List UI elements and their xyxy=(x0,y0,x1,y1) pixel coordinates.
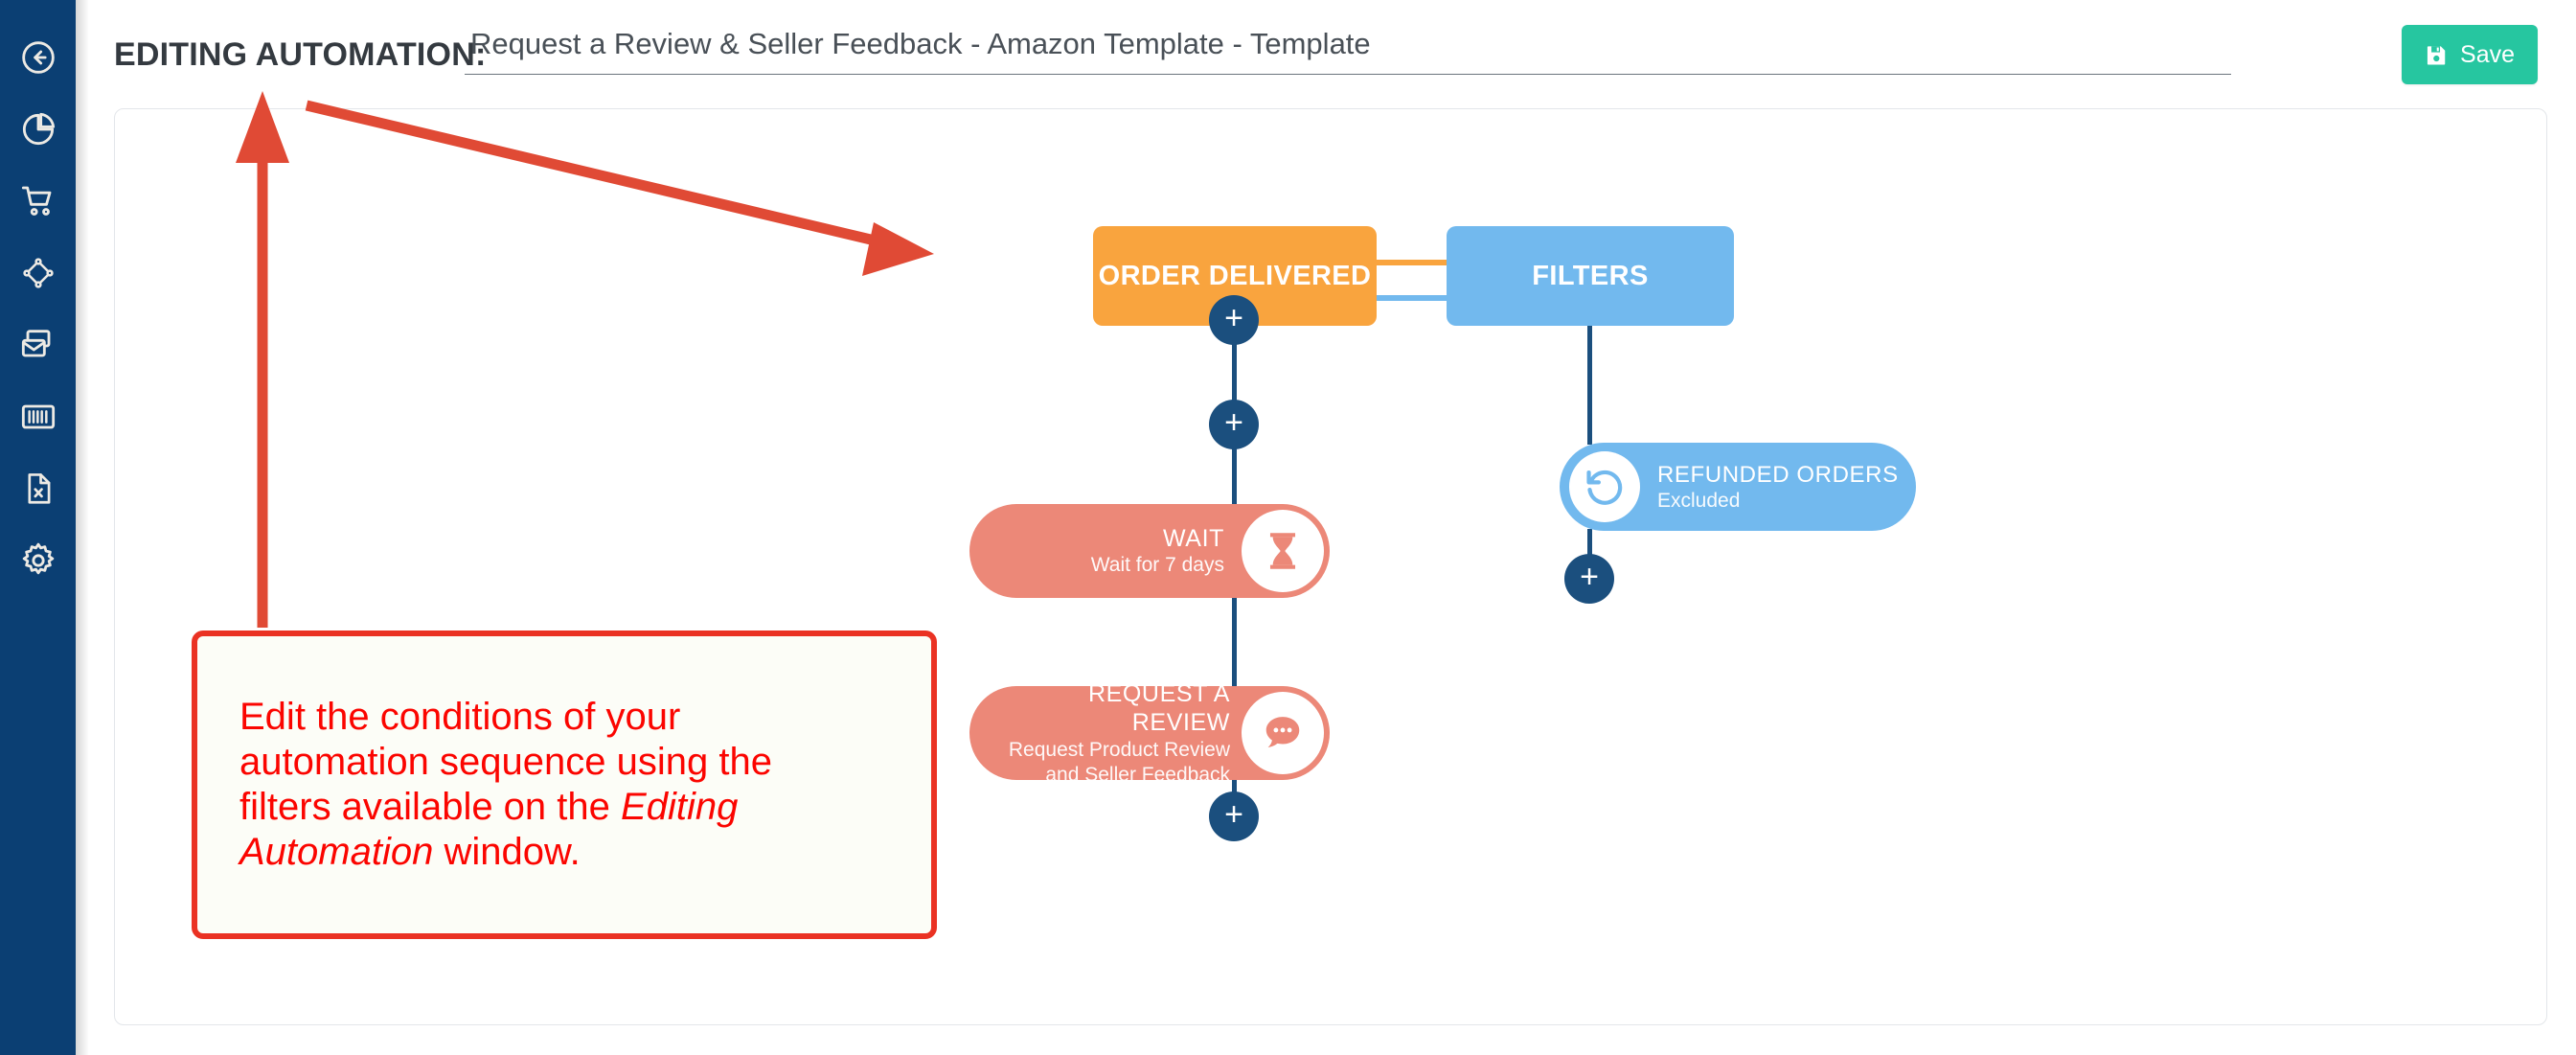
annotation-callout-text: Edit the conditions of your automation s… xyxy=(239,695,772,874)
callout-up-arrow xyxy=(236,91,289,628)
annotation-line-2: automation sequence using the xyxy=(239,741,772,784)
annotation-line-1: Edit the conditions of your xyxy=(239,696,681,739)
file-x-icon xyxy=(20,470,57,507)
back-arrow-icon xyxy=(19,38,57,77)
barcode-icon xyxy=(19,398,57,436)
annotation-emphasis-2: Automation xyxy=(239,830,434,873)
email-stack-icon xyxy=(19,326,57,364)
network-nodes-icon xyxy=(20,255,57,291)
sidebar-item-products[interactable] xyxy=(0,380,76,452)
sidebar-item-automations[interactable] xyxy=(0,237,76,309)
sidebar xyxy=(0,0,76,1055)
gear-icon xyxy=(19,541,57,580)
sidebar-item-back[interactable] xyxy=(0,21,76,93)
shopping-cart-icon xyxy=(19,182,57,220)
sidebar-item-orders[interactable] xyxy=(0,165,76,237)
app-root: EDITING AUTOMATION: Save xyxy=(0,0,2576,1055)
sidebar-item-settings[interactable] xyxy=(0,524,76,596)
sidebar-item-reports[interactable] xyxy=(0,452,76,524)
sidebar-item-dashboard[interactable] xyxy=(0,93,76,165)
pie-chart-icon xyxy=(19,110,57,149)
sidebar-item-messaging[interactable] xyxy=(0,309,76,380)
annotation-line-4: window. xyxy=(433,830,581,873)
pointer-to-trigger-arrow xyxy=(305,100,934,276)
annotation-emphasis-1: Editing xyxy=(621,786,739,828)
annotation-line-3: filters available on the xyxy=(239,786,622,828)
annotation-callout: Edit the conditions of your automation s… xyxy=(192,631,937,939)
